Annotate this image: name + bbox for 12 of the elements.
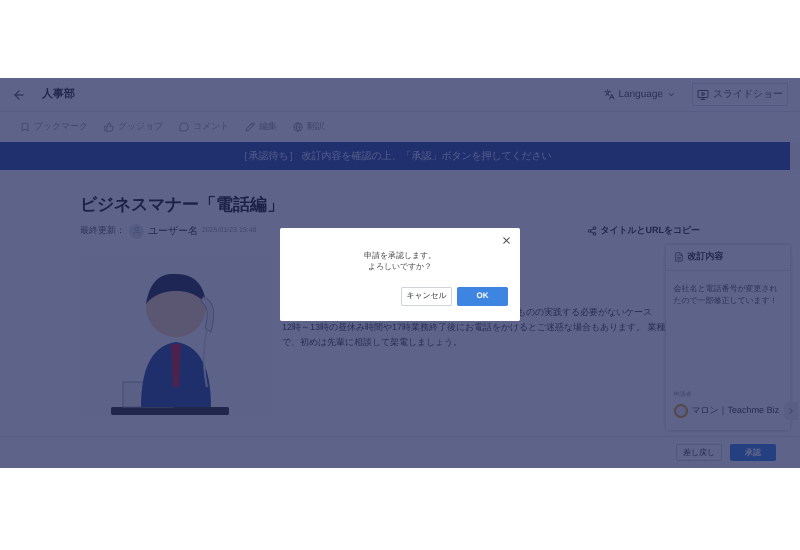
panel-title: 改訂内容 (688, 250, 724, 264)
close-icon (501, 234, 512, 246)
body-text-line: 12時～13時の昼休み時間や17時業務終了後にお電話をかけるとご迷惑な場合もあります。 業種 (282, 320, 666, 334)
dialog-button[interactable]: キャンセル (401, 286, 452, 306)
applicant-name: マロン｜Teachme Biz (692, 404, 780, 418)
body-text-line: で、初めは先輩に相談して架電しましょう。 (282, 336, 463, 349)
article-title: ビジネスマナー「電話編」 (80, 194, 285, 216)
close-button[interactable] (501, 234, 512, 246)
dialog-button[interactable]: OK (457, 286, 508, 306)
user-name: ユーザー名 (148, 224, 198, 238)
page-title: 人事部 (42, 86, 75, 102)
dialog-message: 申請を承認します。 よろしいですか？ (364, 250, 436, 272)
